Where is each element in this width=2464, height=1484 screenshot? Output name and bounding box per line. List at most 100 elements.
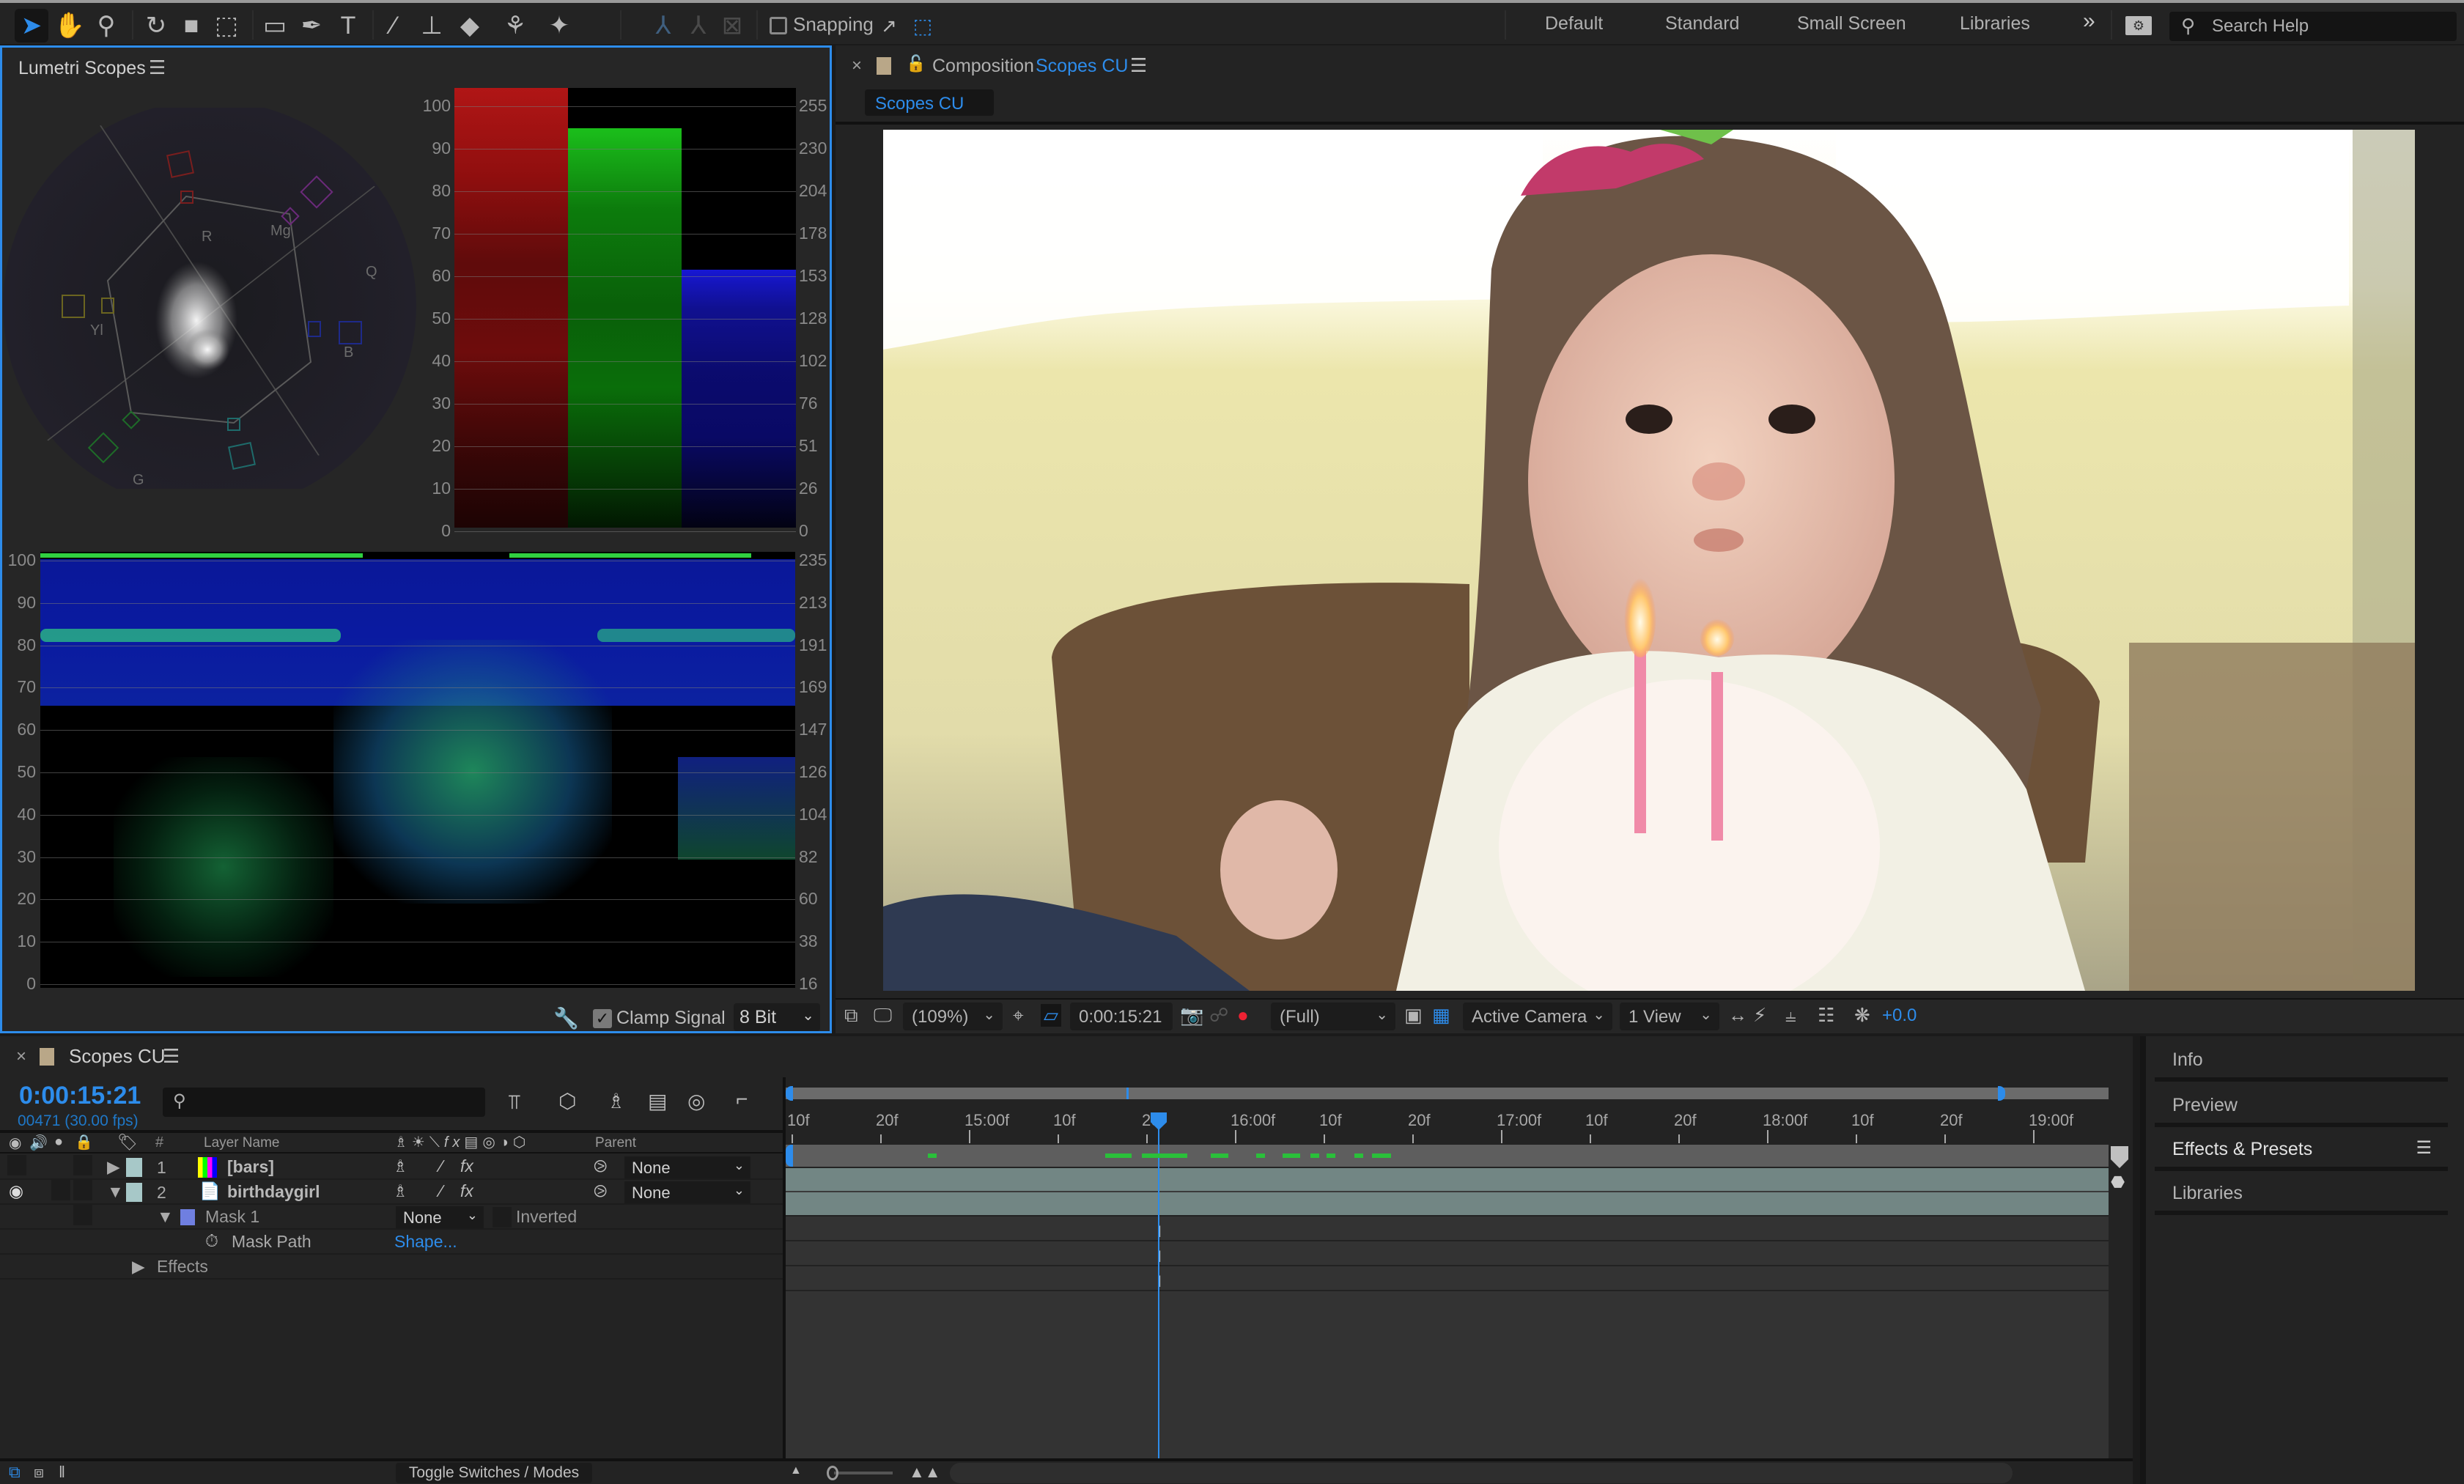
video-switch-header-icon[interactable]: ◉ <box>9 1134 21 1152</box>
effects-switch-icon[interactable]: fx <box>460 1181 473 1201</box>
timeline-icon[interactable]: ⫨ <box>1785 1004 1796 1027</box>
expand-triangle-icon[interactable]: ▶ <box>107 1157 120 1177</box>
workspace-small-screen[interactable]: Small Screen <box>1797 13 1906 34</box>
effects-label[interactable]: Effects <box>157 1257 208 1277</box>
lock-icon[interactable]: 🔓 <box>906 54 926 73</box>
view-axis-icon[interactable]: ⊠ <box>715 9 749 43</box>
mask-color-swatch[interactable] <box>180 1209 195 1225</box>
navigator-start-handle[interactable] <box>786 1086 793 1101</box>
pen-tool-icon[interactable]: ✒ <box>295 9 328 43</box>
comp-marker-bin[interactable] <box>2111 1146 2128 1168</box>
motion-blur-icon[interactable]: ◎ <box>687 1089 705 1113</box>
clamp-signal-checkbox[interactable]: ✓ <box>593 1009 612 1028</box>
close-icon[interactable]: × <box>852 56 862 76</box>
time-navigator[interactable] <box>786 1086 2109 1101</box>
layer-row[interactable]: ◉ ▼ 2 📄 birthdaygirl ♗ ∕ fx ⧁ None ⌄ <box>0 1180 783 1205</box>
draft-3d-icon[interactable]: ⬡ <box>558 1089 576 1113</box>
panel-menu-icon[interactable]: ☰ <box>1130 54 1147 77</box>
bit-depth-dropdown[interactable]: 8 Bit ⌄ <box>734 1003 820 1031</box>
show-snapshot-icon[interactable]: ☍ <box>1209 1004 1228 1027</box>
zoom-tool-icon[interactable]: ⚲ <box>89 9 123 43</box>
zoom-out-icon[interactable]: ▲ <box>790 1464 802 1477</box>
resolution-dropdown[interactable]: (Full) ⌄ <box>1271 1003 1395 1030</box>
search-help-field[interactable]: ⚲ Search Help <box>2169 12 2457 41</box>
shy-layers-icon[interactable]: ♗ <box>607 1089 625 1113</box>
panel-menu-icon[interactable]: ☰ <box>149 56 166 79</box>
transparency-grid-icon[interactable]: ▦ <box>1432 1004 1450 1027</box>
workspace-settings-icon[interactable]: ⚙ <box>2125 16 2152 35</box>
mask-name[interactable]: Mask 1 <box>205 1207 259 1227</box>
graph-editor-icon[interactable]: ⌐ <box>736 1088 748 1111</box>
grid-guide-options-icon[interactable]: ⌖ <box>1013 1004 1024 1027</box>
zoom-slider-thumb[interactable] <box>827 1466 838 1480</box>
solo-switch[interactable] <box>51 1180 70 1200</box>
work-area-start-handle[interactable] <box>786 1145 793 1167</box>
transfer-controls-icon[interactable]: ⧈ <box>34 1463 44 1482</box>
stopwatch-icon[interactable]: ⏱ <box>205 1231 218 1251</box>
lock-switch[interactable] <box>73 1155 92 1175</box>
parent-column-header[interactable]: Parent <box>595 1135 636 1151</box>
magnification-dropdown[interactable]: (109%) ⌄ <box>903 1003 1003 1030</box>
panel-tab-effects-presets[interactable]: Effects & Presets ☰ <box>2155 1129 2448 1171</box>
effects-row[interactable]: ▶ Effects <box>0 1255 783 1280</box>
lock-switch[interactable] <box>73 1205 92 1225</box>
composition-viewer[interactable] <box>883 130 2415 991</box>
exposure-value[interactable]: +0.0 <box>1882 1005 1917 1026</box>
reset-exposure-icon[interactable]: ❋ <box>1854 1004 1870 1027</box>
snapshot-camera-icon[interactable]: 📷 <box>1180 1004 1203 1027</box>
layer-name-column-header[interactable]: Layer Name <box>204 1135 280 1151</box>
timeline-track-area[interactable]: I I I <box>786 1217 2109 1458</box>
layer-row[interactable]: ▶ 1 [bars] ♗ ∕ fx ⧁ None ⌄ <box>0 1155 783 1180</box>
composition-flowchart-icon[interactable]: ⫪ <box>509 1090 520 1115</box>
quality-switch-icon[interactable]: ∕ <box>440 1181 443 1201</box>
brush-tool-icon[interactable]: ⁄ <box>377 9 410 43</box>
roto-brush-tool-icon[interactable]: ⚘ <box>498 9 532 43</box>
audio-switch-header-icon[interactable]: 🔊 <box>29 1134 48 1152</box>
pick-whip-icon[interactable]: ⧁ <box>594 1156 607 1176</box>
snapping-checkbox[interactable] <box>770 17 787 34</box>
always-preview-icon[interactable]: ⧉ <box>844 1004 858 1027</box>
workspace-overflow-icon[interactable]: » <box>2083 9 2095 34</box>
region-of-interest-icon[interactable]: ▣ <box>1404 1004 1423 1027</box>
mask-mode-dropdown[interactable]: None ⌄ <box>396 1206 484 1228</box>
panel-menu-icon[interactable]: ☰ <box>2416 1137 2432 1159</box>
world-axis-icon[interactable]: ⅄ <box>682 9 715 43</box>
layer-switches-icon[interactable]: ⧉ <box>9 1463 21 1482</box>
layer-duration-bars[interactable] <box>786 1168 2109 1215</box>
layer-name[interactable]: [bars] <box>227 1157 274 1177</box>
monitor-icon[interactable]: 🖵 <box>874 1004 892 1027</box>
pan-behind-tool-icon[interactable]: ⬚ <box>210 9 243 43</box>
snap-edge-icon[interactable]: ↗ <box>872 9 906 43</box>
mask-path-row[interactable]: ⏱ Mask Path Shape... <box>0 1230 783 1255</box>
panel-tab-info[interactable]: Info <box>2155 1039 2448 1082</box>
layer-label-swatch[interactable] <box>126 1183 142 1202</box>
rotation-tool-icon[interactable]: ↻ <box>139 9 173 43</box>
toggle-switches-modes-button[interactable]: Toggle Switches / Modes <box>396 1463 592 1483</box>
inverted-checkbox[interactable] <box>493 1207 512 1228</box>
pick-whip-icon[interactable]: ⧁ <box>594 1181 607 1201</box>
navigator-end-handle[interactable] <box>1998 1086 2005 1101</box>
quality-switch-icon[interactable]: ∕ <box>440 1156 443 1176</box>
tab-scopes-cu[interactable]: Scopes CU <box>865 89 994 116</box>
workspace-libraries[interactable]: Libraries <box>1960 13 2030 34</box>
time-ruler[interactable]: 10f 20f 15:00f 10f 20f 16:00f 10f 20f 17:00f 10f 2… <box>786 1101 2109 1143</box>
comp-label-swatch[interactable] <box>877 57 891 75</box>
zoom-slider-track[interactable] <box>834 1472 893 1474</box>
in-out-panes-icon[interactable]: ‖ <box>59 1463 65 1482</box>
horizontal-scrollbar[interactable] <box>950 1463 2013 1483</box>
snap-features-icon[interactable]: ⬚ <box>906 9 940 43</box>
close-icon[interactable]: × <box>16 1046 26 1067</box>
layer-label-swatch[interactable] <box>126 1158 142 1177</box>
playhead-line[interactable] <box>1158 1129 1159 1458</box>
workspace-standard[interactable]: Standard <box>1665 13 1739 34</box>
fast-previews-icon[interactable]: ⚡ <box>1753 1004 1766 1027</box>
workspace-default[interactable]: Default <box>1545 13 1603 34</box>
view-layout-dropdown[interactable]: 1 View ⌄ <box>1620 1003 1719 1030</box>
eraser-tool-icon[interactable]: ◆ <box>453 9 487 43</box>
lock-header-icon[interactable]: 🔒 <box>75 1133 93 1151</box>
layer-name[interactable]: birthdaygirl <box>227 1182 320 1202</box>
timeline-title[interactable]: Scopes CU <box>69 1045 166 1068</box>
mask-shape-link[interactable]: Shape... <box>394 1232 457 1252</box>
panel-tab-preview[interactable]: Preview <box>2155 1085 2448 1127</box>
eye-icon[interactable]: ◉ <box>9 1181 23 1201</box>
